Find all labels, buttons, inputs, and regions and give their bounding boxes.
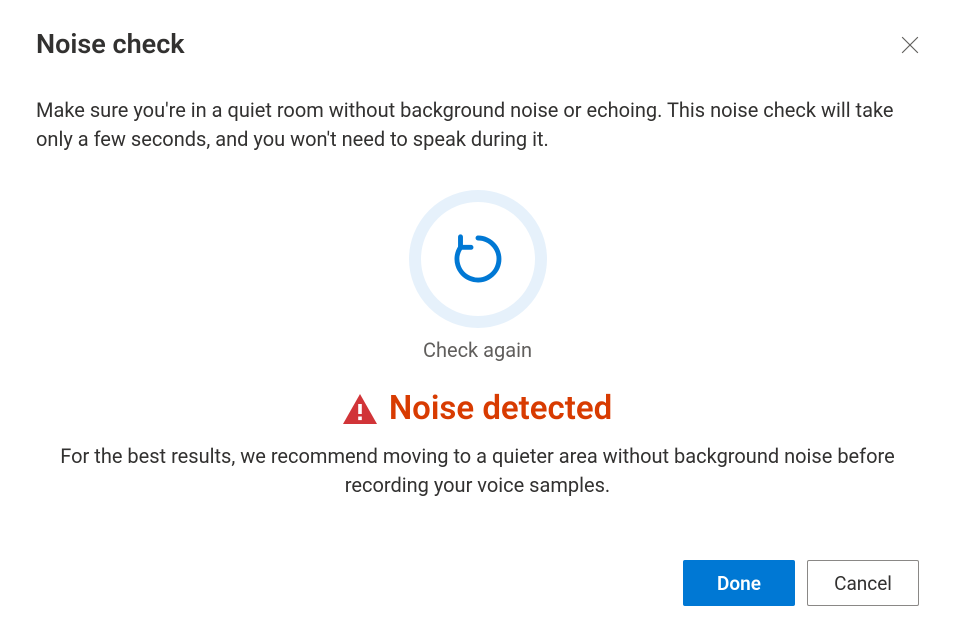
retry-section: Check again	[36, 190, 919, 362]
check-again-button[interactable]	[409, 190, 547, 328]
retry-icon	[450, 231, 506, 287]
dialog-title: Noise check	[36, 28, 185, 60]
alert-title: Noise detected	[389, 392, 612, 425]
alert-header: Noise detected	[343, 392, 612, 425]
warning-icon	[343, 394, 377, 424]
close-button[interactable]	[895, 30, 925, 60]
cancel-button[interactable]: Cancel	[807, 560, 919, 606]
close-icon	[901, 36, 919, 54]
done-button[interactable]: Done	[683, 560, 795, 606]
noise-check-dialog: Noise check Make sure you're in a quiet …	[0, 0, 955, 642]
dialog-footer: Done Cancel	[683, 560, 919, 606]
dialog-description: Make sure you're in a quiet room without…	[36, 96, 906, 154]
alert-section: Noise detected For the best results, we …	[36, 392, 919, 500]
check-again-label: Check again	[423, 338, 532, 362]
dialog-header: Noise check	[36, 28, 919, 60]
alert-message: For the best results, we recommend movin…	[36, 442, 919, 500]
